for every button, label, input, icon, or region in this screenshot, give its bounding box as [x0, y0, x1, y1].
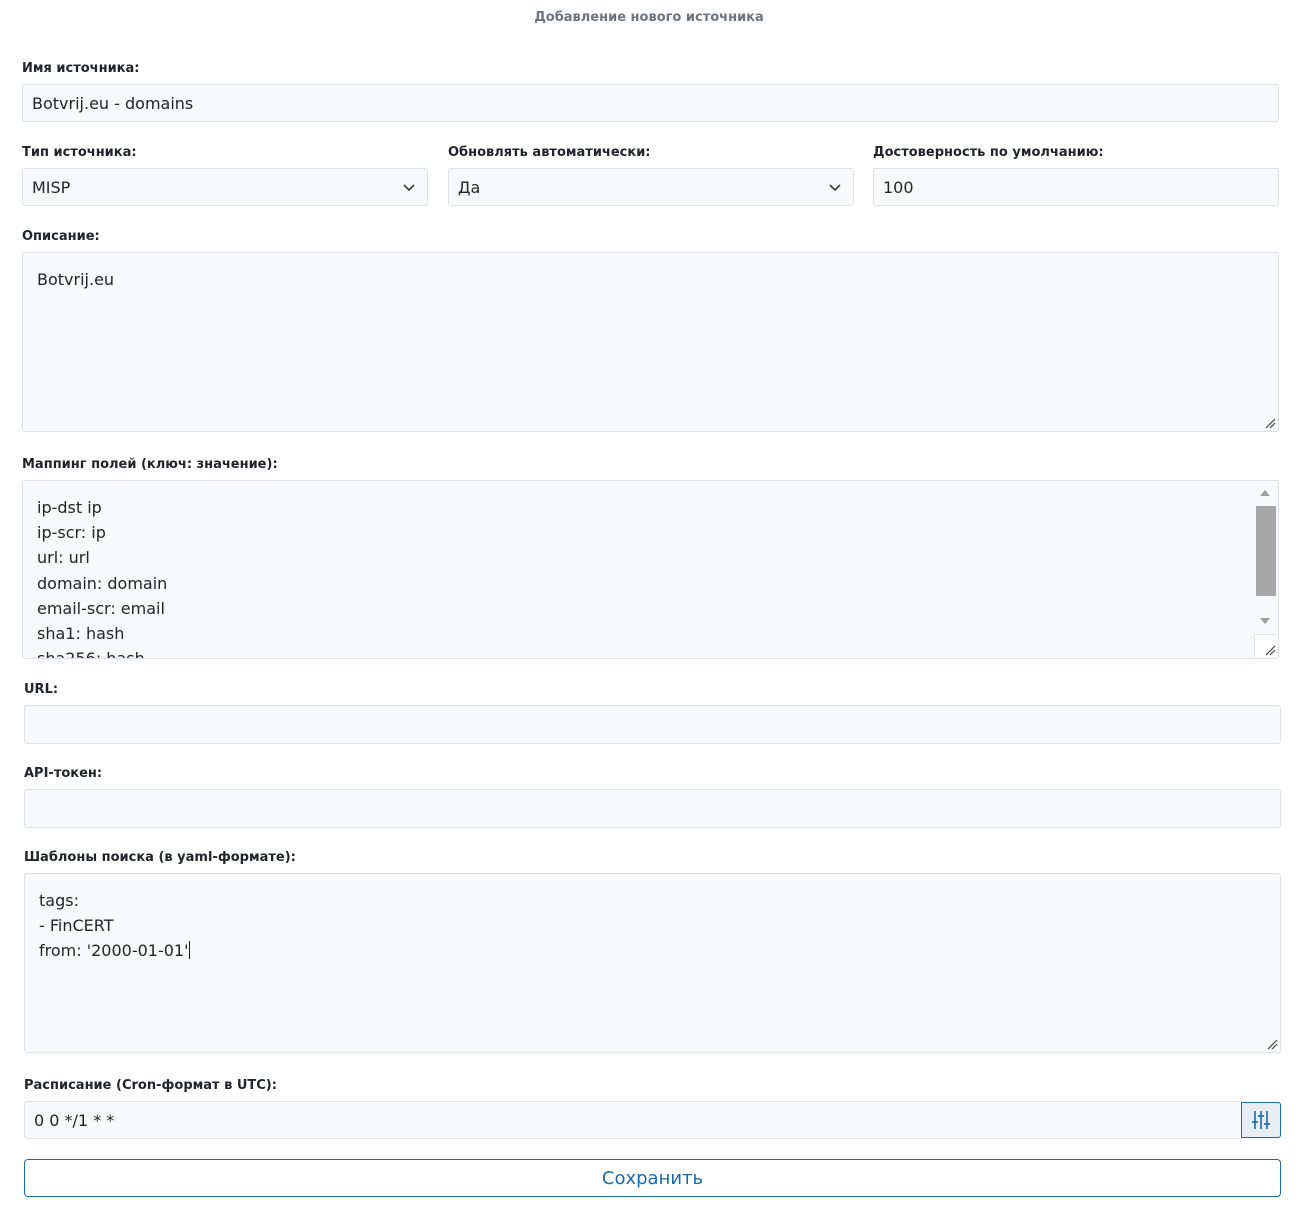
template-line: tags:: [39, 891, 79, 910]
source-type-label: Тип источника:: [22, 145, 137, 160]
sliders-icon: [1252, 1111, 1270, 1129]
scroll-corner: [1254, 634, 1277, 657]
mapping-label: Маппинг полей (ключ: значение):: [22, 457, 278, 472]
description-label: Описание:: [22, 229, 100, 244]
scroll-up-arrow-icon[interactable]: [1260, 490, 1270, 496]
source-name-label: Имя источника:: [22, 61, 140, 76]
default-confidence-label: Достоверность по умолчанию:: [873, 145, 1104, 160]
schedule-input[interactable]: 0 0 */1 * *: [24, 1101, 1242, 1139]
description-textarea[interactable]: Botvrij.eu: [22, 252, 1279, 432]
mapping-line: email-scr: email: [37, 598, 165, 618]
source-name-input[interactable]: Botvrij.eu - domains: [22, 84, 1279, 122]
save-button[interactable]: Сохранить: [24, 1159, 1281, 1197]
search-templates-textarea[interactable]: tags: - FinCERT from: '2000-01-01': [24, 873, 1281, 1053]
mapping-line: domain: domain: [37, 573, 168, 593]
resize-handle-icon[interactable]: [1264, 644, 1276, 656]
mapping-scrollbar[interactable]: [1254, 482, 1277, 634]
source-type-select[interactable]: MISP: [22, 168, 428, 206]
auto-update-value: Да: [458, 177, 481, 197]
resize-handle-icon[interactable]: [1266, 1038, 1278, 1050]
cron-builder-button[interactable]: [1241, 1102, 1281, 1138]
template-line-with-caret: from: '2000-01-01': [39, 938, 1266, 963]
url-input[interactable]: [24, 705, 1281, 744]
mapping-line: ip-dst ip: [37, 498, 102, 517]
source-type-value: MISP: [32, 177, 71, 197]
description-value: Botvrij.eu: [37, 270, 115, 289]
api-token-input[interactable]: [24, 789, 1281, 828]
api-token-label: API-токен:: [24, 766, 103, 781]
auto-update-select[interactable]: Да: [448, 168, 854, 206]
schedule-value: 0 0 */1 * *: [34, 1110, 115, 1130]
mapping-line: sha256: hash: [37, 649, 145, 659]
scroll-thumb[interactable]: [1256, 506, 1276, 596]
template-line: from: '2000-01-01': [39, 941, 189, 961]
mapping-textarea[interactable]: ip-dst ip ip-scr: ip url: url domain: do…: [22, 480, 1279, 659]
page-title: Добавление нового источника: [534, 10, 764, 25]
default-confidence-value: 100: [883, 177, 914, 197]
mapping-line: url: url: [37, 548, 90, 568]
url-label: URL:: [24, 682, 59, 697]
scroll-down-arrow-icon[interactable]: [1260, 618, 1270, 624]
search-templates-label: Шаблоны поиска (в yaml-формате):: [24, 850, 296, 865]
default-confidence-input[interactable]: 100: [873, 168, 1279, 206]
chevron-down-icon: [829, 184, 841, 192]
text-caret: [188, 941, 190, 960]
source-name-value: Botvrij.eu - domains: [32, 93, 194, 113]
chevron-down-icon: [403, 184, 415, 192]
resize-handle-icon[interactable]: [1264, 417, 1276, 429]
mapping-line: ip-scr: ip: [37, 523, 106, 543]
template-line: - FinCERT: [39, 916, 114, 936]
auto-update-label: Обновлять автоматически:: [448, 145, 651, 160]
schedule-label: Расписание (Cron-формат в UTC):: [24, 1078, 277, 1093]
mapping-line: sha1: hash: [37, 624, 125, 644]
